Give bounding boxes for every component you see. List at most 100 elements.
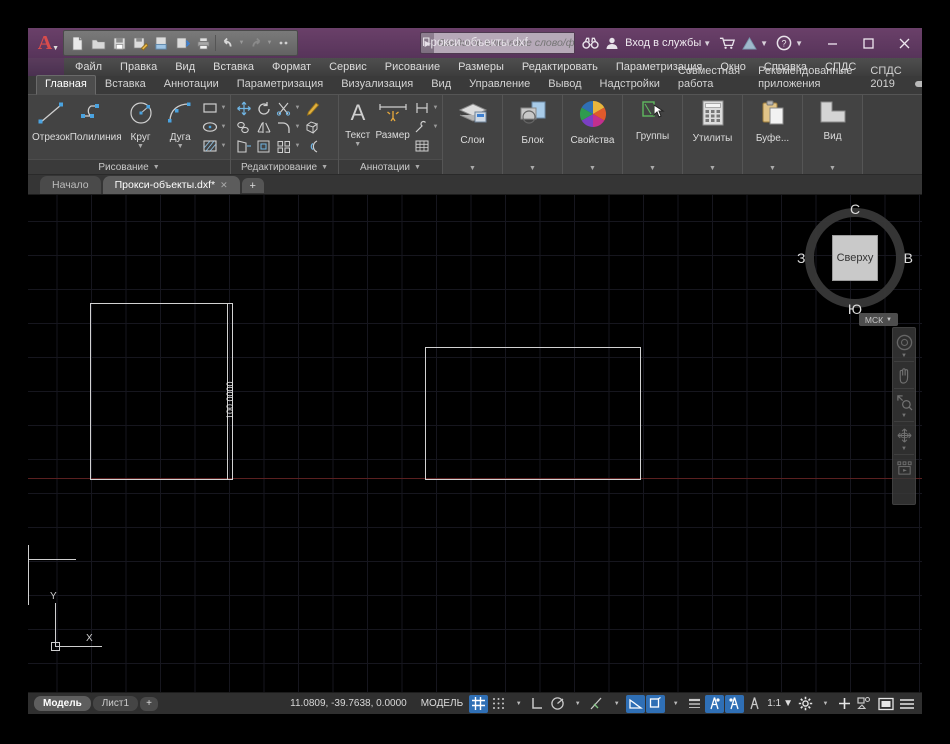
panel-layers[interactable]: Слои ▼	[443, 95, 503, 174]
menu-item-view[interactable]: Вид	[166, 58, 204, 76]
tab-spds-2019[interactable]: СПДС 2019	[861, 62, 910, 94]
panel-utilities-expand-caret[interactable]: ▼	[709, 165, 716, 172]
undo-dropdown-caret[interactable]: ▼	[238, 40, 245, 46]
menu-item-format[interactable]: Формат	[263, 58, 320, 76]
redo-arrow-icon[interactable]	[245, 33, 266, 54]
panel-clipboard[interactable]: Буфе... ▼	[743, 95, 803, 174]
text-button[interactable]: A Текст ▼	[342, 97, 373, 148]
orbit-icon[interactable]	[893, 424, 915, 446]
close-button[interactable]	[886, 28, 922, 58]
chevron-down-icon[interactable]: ▼	[886, 317, 892, 323]
plot-preview-icon[interactable]	[151, 33, 172, 54]
osnap-dropdown-caret[interactable]: ▼	[607, 695, 625, 713]
multileader-icon[interactable]	[412, 118, 431, 136]
show-motion-icon[interactable]	[893, 457, 915, 479]
lineweight-toggle[interactable]	[685, 695, 704, 713]
polar-dropdown-caret[interactable]: ▼	[568, 695, 586, 713]
tab-manage[interactable]: Управление	[460, 75, 539, 94]
zoom-dropdown-caret[interactable]: ▼	[901, 413, 907, 419]
menu-item-modify[interactable]: Редактировать	[513, 58, 607, 76]
annotation-scale-selector[interactable]: 1:1 ▼	[765, 698, 795, 709]
account-label[interactable]: Вход в службы	[625, 37, 701, 49]
new-document-icon[interactable]	[67, 33, 88, 54]
panel-block[interactable]: Блок ▼	[503, 95, 563, 174]
annotation-monitor-toggle[interactable]	[745, 695, 764, 713]
add-layout-button[interactable]: +	[140, 696, 159, 711]
rectangle-icon[interactable]	[200, 99, 219, 117]
panel-annotation-expand-caret[interactable]: ▼	[414, 164, 421, 171]
clean-screen-button[interactable]	[876, 695, 896, 713]
menu-item-dimension[interactable]: Размеры	[449, 58, 513, 76]
trim-dropdown-caret[interactable]: ▼	[294, 105, 301, 111]
dimension-button[interactable]: Размер	[373, 97, 412, 141]
hamburger-icon[interactable]	[897, 695, 917, 713]
menu-item-tools[interactable]: Сервис	[320, 58, 376, 76]
fillet-icon[interactable]	[274, 118, 293, 136]
close-icon[interactable]: ✕	[220, 180, 228, 191]
tab-annotate[interactable]: Аннотации	[155, 75, 228, 94]
panel-properties-expand-caret[interactable]: ▼	[589, 165, 596, 172]
wheel-dropdown-caret[interactable]: ▼	[901, 353, 907, 359]
isolate-objects-button[interactable]	[855, 695, 875, 713]
ucs-icon-toggle[interactable]	[646, 694, 666, 713]
move-icon[interactable]	[234, 99, 253, 117]
help-chevron-down-icon[interactable]: ▼	[795, 39, 803, 48]
search-box[interactable]: ▶	[420, 32, 576, 54]
panel-annotation-title[interactable]: Аннотации ▼	[339, 159, 442, 174]
menu-item-file[interactable]: Файл	[66, 58, 111, 76]
panel-draw-expand-caret[interactable]: ▼	[153, 164, 160, 171]
undo-arrow-icon[interactable]	[217, 33, 238, 54]
panel-modify-expand-caret[interactable]: ▼	[321, 164, 328, 171]
save-as-icon[interactable]	[130, 33, 151, 54]
panel-modify-title[interactable]: Редактирование ▼	[231, 159, 338, 174]
view-cube-face[interactable]: Сверху	[832, 235, 878, 281]
compass-west-label[interactable]: З	[797, 250, 805, 266]
search-dropdown-icon[interactable]: ▶	[421, 33, 434, 53]
file-tab-start[interactable]: Начало	[40, 176, 101, 194]
panel-view[interactable]: Вид ▼	[803, 95, 863, 174]
leader-dropdown-caret[interactable]: ▼	[432, 105, 439, 111]
printer-icon[interactable]	[193, 33, 214, 54]
transparency-toggle[interactable]	[705, 694, 725, 713]
selection-cycling-toggle[interactable]	[725, 694, 745, 713]
compass-north-label[interactable]: С	[850, 201, 860, 217]
arc-dropdown-caret[interactable]: ▼	[177, 143, 184, 150]
save-disk-icon[interactable]	[109, 33, 130, 54]
menu-item-edit[interactable]: Правка	[111, 58, 166, 76]
panel-groups-expand-caret[interactable]: ▼	[649, 165, 656, 172]
application-menu-button[interactable]: A ▼	[30, 30, 60, 56]
hatch-icon[interactable]	[200, 137, 219, 155]
panel-draw-title[interactable]: Рисование ▼	[28, 159, 230, 174]
overflow-icon[interactable]	[273, 33, 294, 54]
polyline-button[interactable]: Полилиния	[70, 97, 122, 143]
app-chevron-down-icon[interactable]: ▼	[760, 39, 768, 48]
steering-wheel-icon[interactable]	[893, 331, 915, 353]
autodesk-app-icon[interactable]	[738, 30, 760, 56]
ellipse-icon[interactable]	[200, 118, 219, 136]
scale-icon[interactable]	[254, 137, 273, 155]
ortho-mode-toggle[interactable]	[528, 695, 547, 713]
pan-hand-icon[interactable]	[893, 364, 915, 386]
user-icon[interactable]	[601, 30, 623, 56]
tab-featured-apps[interactable]: Рекомендованные приложения	[749, 62, 861, 94]
hatch-dropdown-caret[interactable]: ▼	[220, 143, 227, 149]
help-icon[interactable]: ?	[773, 30, 795, 56]
circle-button[interactable]: Круг ▼	[121, 97, 161, 150]
leader-icon[interactable]	[412, 99, 431, 117]
settings-gear-button[interactable]	[796, 695, 815, 713]
panel-groups[interactable]: Группы ▼	[623, 95, 683, 174]
circle-dropdown-caret[interactable]: ▼	[137, 143, 144, 150]
3d-array-icon[interactable]	[302, 118, 321, 136]
tab-insert[interactable]: Вставка	[96, 75, 155, 94]
match-properties-icon[interactable]	[302, 99, 321, 117]
settings-dropdown-caret[interactable]: ▼	[816, 695, 834, 713]
mirror-icon[interactable]	[254, 118, 273, 136]
binoculars-icon[interactable]	[579, 30, 601, 56]
view-cube[interactable]: Сверху С Ю З В	[797, 201, 913, 317]
panel-clipboard-expand-caret[interactable]: ▼	[769, 165, 776, 172]
multileader-dropdown-caret[interactable]: ▼	[432, 124, 439, 130]
rectangle-dropdown-caret[interactable]: ▼	[220, 105, 227, 111]
ucs-dropdown-caret[interactable]: ▼	[666, 695, 684, 713]
grid-display-toggle[interactable]	[469, 694, 489, 713]
copy-icon[interactable]	[234, 118, 253, 136]
